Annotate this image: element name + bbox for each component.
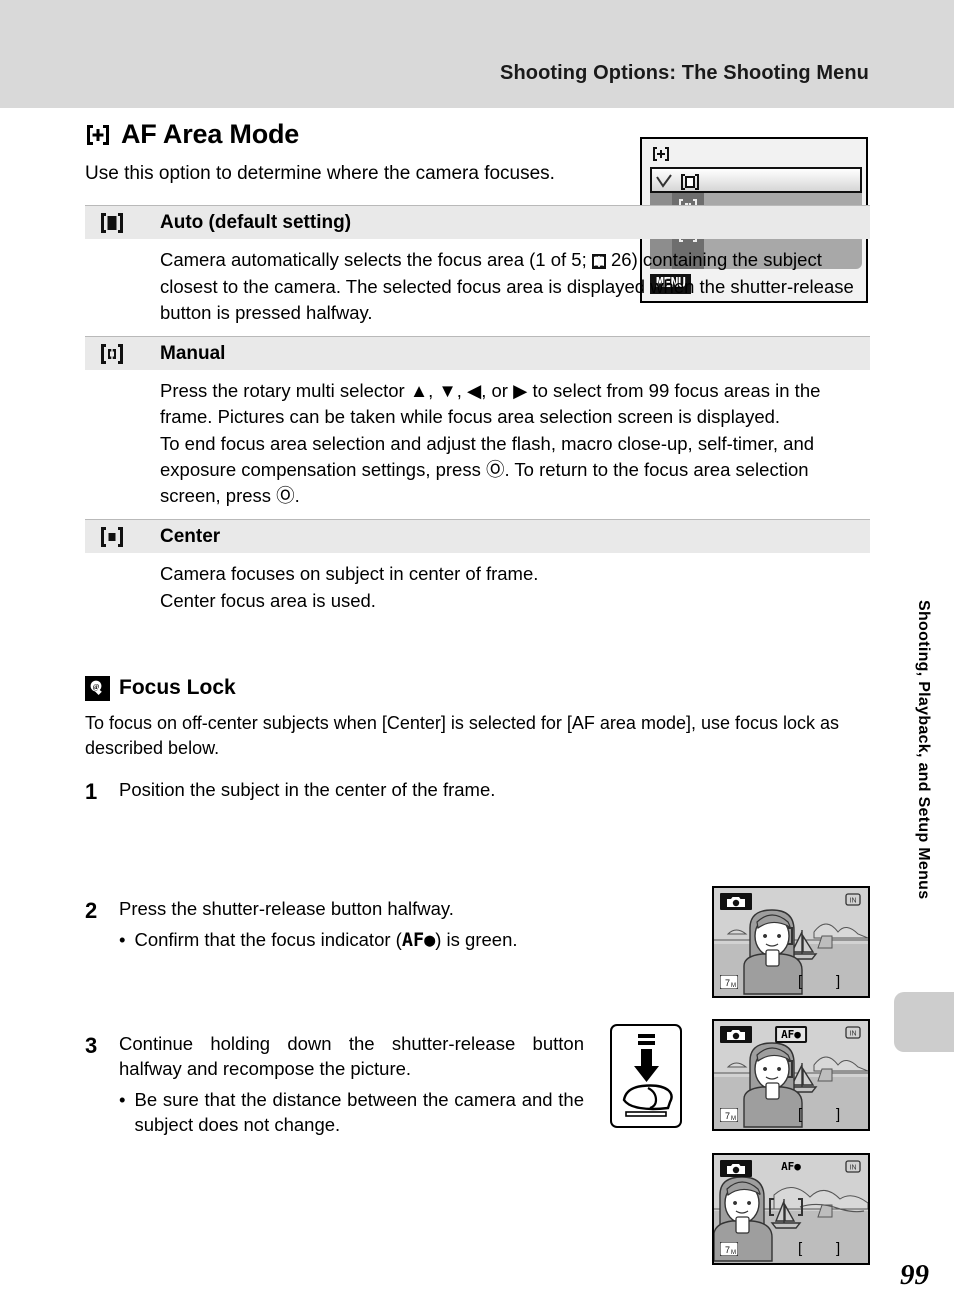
option-body-center: Camera focuses on subject in center of f… bbox=[85, 553, 870, 624]
focus-indicator-badge: AF● bbox=[775, 1026, 807, 1043]
option-label-manual: Manual bbox=[160, 342, 226, 364]
focus-bracket-left: [ bbox=[798, 1106, 803, 1123]
step-text-1: Position the subject in the center of th… bbox=[119, 778, 496, 800]
record-mode-icon bbox=[720, 1160, 752, 1177]
lcd-shot-step3: AF● IN 7M [ ] bbox=[712, 1153, 870, 1265]
option-label-center: Center bbox=[160, 525, 221, 547]
record-mode-icon bbox=[720, 893, 752, 910]
focus-bracket-left: [ bbox=[798, 1240, 803, 1257]
focus-lock-title-text: Focus Lock bbox=[119, 676, 236, 700]
chapter-tab-block bbox=[894, 992, 954, 1052]
section-intro-text: Use this option to determine where the c… bbox=[85, 162, 555, 184]
step-number-2: 2 bbox=[85, 898, 98, 924]
svg-text:7: 7 bbox=[725, 978, 730, 988]
option-label-auto: Auto (default setting) bbox=[160, 211, 352, 233]
option-body-manual-p1: Press the rotary multi selector ▲, ▼, ◀,… bbox=[160, 380, 821, 428]
svg-text:@: @ bbox=[93, 683, 100, 691]
record-mode-icon bbox=[720, 1026, 752, 1043]
step-text-3: Continue holding down the shutter-releas… bbox=[119, 1033, 584, 1080]
step-3-bullet: • Be sure that the distance between the … bbox=[119, 1088, 584, 1138]
bullet-dot-icon: • bbox=[119, 1089, 126, 1111]
image-size-badge: 7M bbox=[719, 974, 739, 991]
option-row-header-manual: Manual bbox=[85, 336, 870, 371]
step-number-1: 1 bbox=[85, 778, 98, 804]
focus-bracket-right: ] bbox=[836, 1240, 841, 1257]
af-area-options-table: Auto (default setting) Camera automatica… bbox=[85, 205, 870, 624]
focus-area-auto-icon bbox=[85, 212, 160, 234]
internal-memory-icon: IN bbox=[845, 1026, 861, 1042]
svg-text:IN: IN bbox=[850, 898, 857, 905]
focus-area-center-icon bbox=[85, 526, 160, 548]
page-header-title: Shooting Options: The Shooting Menu bbox=[500, 62, 869, 84]
step-text-2: Press the shutter-release button halfway… bbox=[119, 898, 454, 920]
step-2-bullet-post: ) is green. bbox=[435, 929, 518, 951]
internal-memory-icon: IN bbox=[845, 1160, 861, 1176]
step-2-bullet: • Confirm that the focus indicator (AF●)… bbox=[119, 928, 619, 954]
page-number: 99 bbox=[900, 1259, 929, 1291]
svg-text:M: M bbox=[731, 1250, 736, 1256]
focus-bracket-left: [ bbox=[798, 973, 803, 990]
focus-bracket-right: ] bbox=[836, 973, 841, 990]
reference-book-icon bbox=[591, 253, 606, 269]
lcd-shot-step2: AF● IN 7M [ ] bbox=[712, 1019, 870, 1131]
step-2-bullet-pre: Confirm that the focus indicator ( bbox=[134, 929, 402, 951]
page-header-band bbox=[0, 0, 954, 108]
svg-text:IN: IN bbox=[850, 1165, 857, 1172]
focus-indicator-badge: AF● bbox=[781, 1160, 801, 1173]
focus-area-manual-icon bbox=[85, 343, 160, 365]
svg-text:7: 7 bbox=[725, 1111, 730, 1121]
focus-bracket-right: ] bbox=[836, 1106, 841, 1123]
svg-text:7: 7 bbox=[725, 1245, 730, 1255]
image-size-badge: 7M bbox=[719, 1241, 739, 1258]
svg-text:M: M bbox=[731, 983, 736, 989]
svg-text:IN: IN bbox=[850, 1031, 857, 1038]
focus-lock-step-1: 1 Position the subject in the center of … bbox=[85, 778, 870, 806]
page-title: AF Area Mode bbox=[85, 119, 870, 150]
option-body-auto-part1: Camera automatically selects the focus a… bbox=[160, 249, 592, 271]
option-body-auto: Camera automatically selects the focus a… bbox=[85, 239, 870, 336]
focus-lock-intro: To focus on off-center subjects when [Ce… bbox=[85, 712, 840, 759]
lightbulb-tip-icon: @ bbox=[85, 675, 110, 701]
af-area-bracket-icon bbox=[85, 123, 111, 147]
option-body-manual: Press the rotary multi selector ▲, ▼, ◀,… bbox=[85, 370, 870, 519]
chapter-tab-label: Shooting, Playback, and Setup Menus bbox=[915, 600, 932, 900]
option-row-header-auto: Auto (default setting) bbox=[85, 205, 870, 240]
image-size-badge: 7M bbox=[719, 1107, 739, 1124]
step-number-3: 3 bbox=[85, 1033, 98, 1059]
af-indicator-code: AF● bbox=[401, 930, 436, 952]
bullet-dot-icon: • bbox=[119, 929, 126, 951]
lcd-shot-step1: IN 7M [ ] bbox=[712, 886, 870, 998]
page-title-text: AF Area Mode bbox=[121, 119, 300, 149]
option-body-manual-p2: To end focus area selection and adjust t… bbox=[160, 432, 815, 507]
option-row-header-center: Center bbox=[85, 519, 870, 554]
internal-memory-icon: IN bbox=[845, 893, 861, 909]
step-3-bullet-text: Be sure that the distance between the ca… bbox=[134, 1089, 584, 1136]
option-body-center-p1: Camera focuses on subject in center of f… bbox=[160, 563, 539, 585]
shutter-press-illustration bbox=[610, 1024, 682, 1128]
option-body-center-p2: Center focus area is used. bbox=[160, 589, 376, 611]
focus-lock-title: @ Focus Lock bbox=[85, 675, 870, 701]
svg-text:M: M bbox=[731, 1116, 736, 1122]
